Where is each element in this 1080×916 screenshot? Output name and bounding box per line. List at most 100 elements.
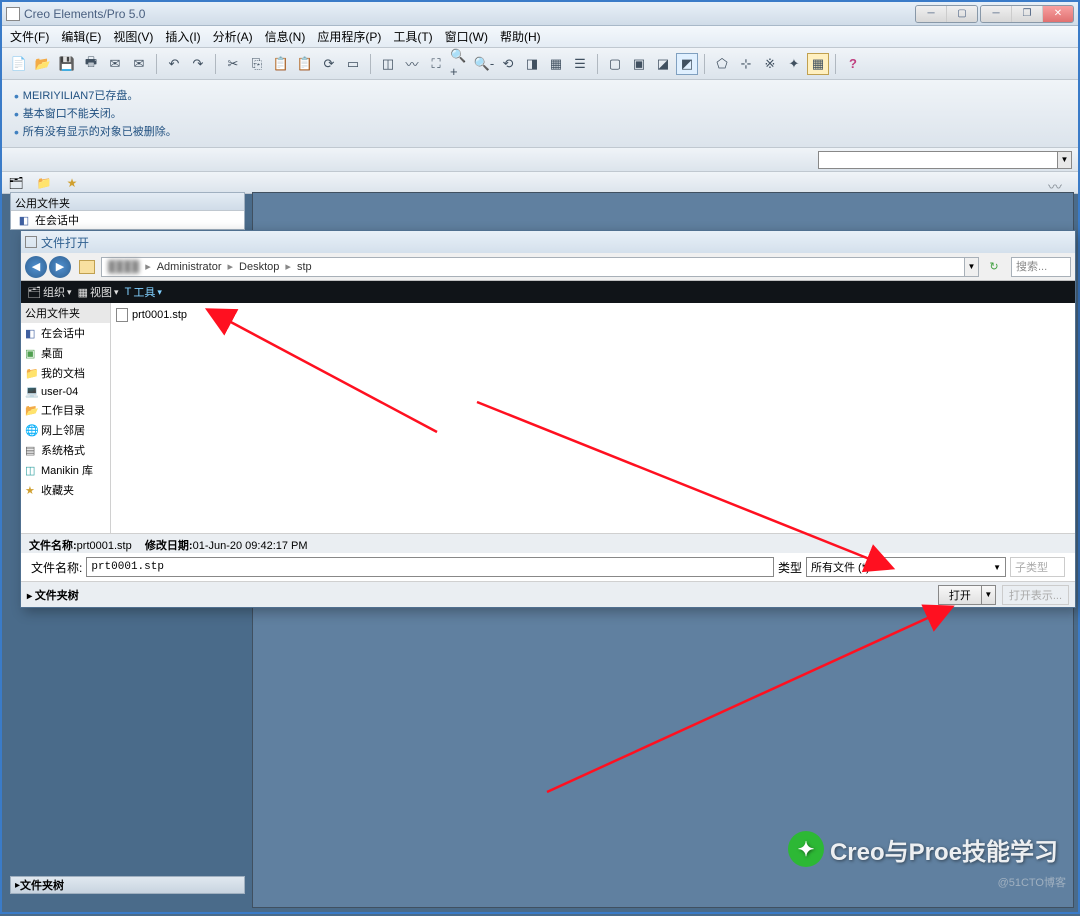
undo-icon[interactable]: ↶ [163, 53, 185, 75]
open-icon[interactable]: 📂 [32, 53, 54, 75]
view-menu[interactable]: ▦ 视图 ▾ [78, 284, 119, 300]
sb-network[interactable]: 🌐网上邻居 [21, 420, 110, 440]
menu-help[interactable]: 帮助(H) [500, 28, 541, 45]
workdir-icon: 📂 [25, 404, 39, 417]
zoomout-icon[interactable]: 🔍- [473, 53, 495, 75]
folder-icon[interactable] [79, 260, 95, 274]
breadcrumb-dropdown-icon[interactable]: ▼ [965, 257, 979, 277]
minimize-button[interactable]: ─ [916, 6, 946, 22]
layers-icon[interactable]: ☰ [569, 53, 591, 75]
point-icon[interactable]: ※ [759, 53, 781, 75]
rect-icon[interactable]: ▭ [342, 53, 364, 75]
sidebar-item-session[interactable]: ◧ 在会话中 [11, 211, 244, 229]
sb-workdir[interactable]: 📂工作目录 [21, 400, 110, 420]
address-dropdown-icon[interactable]: ▼ [1058, 151, 1072, 169]
mail2-icon[interactable]: ✉ [128, 53, 150, 75]
restore-button[interactable]: ❐ [1012, 6, 1042, 22]
repaint-icon[interactable]: ⟲ [497, 53, 519, 75]
session-icon: ◧ [17, 213, 31, 227]
annot-icon[interactable]: ▦ [807, 53, 829, 75]
type-label: 类型 [778, 559, 802, 576]
nav-back-icon[interactable]: ◀ [25, 256, 47, 278]
sb-desktop[interactable]: ▣桌面 [21, 343, 110, 363]
sb-manikin[interactable]: ◫Manikin 库 [21, 460, 110, 480]
file-icon [116, 308, 128, 322]
open-button[interactable]: 打开 [938, 585, 982, 605]
main-titlebar: Creo Elements/Pro 5.0 ─ ▢ ─ ❐ ✕ [2, 2, 1078, 26]
tab-star-icon[interactable]: ★ [64, 175, 80, 191]
zoomin-icon[interactable]: 🔍+ [449, 53, 471, 75]
menu-file[interactable]: 文件(F) [10, 28, 49, 45]
menu-window[interactable]: 窗口(W) [445, 28, 488, 45]
address-input[interactable] [818, 151, 1058, 169]
menu-info[interactable]: 信息(N) [265, 28, 306, 45]
nav-forward-icon[interactable]: ▶ [49, 256, 71, 278]
filename-label: 文件名称: [31, 559, 82, 576]
paste-icon[interactable]: 📋 [270, 53, 292, 75]
menu-edit[interactable]: 编辑(E) [61, 28, 101, 45]
nohidden-icon[interactable]: ◪ [652, 53, 674, 75]
sb-sysformat[interactable]: ▤系统格式 [21, 440, 110, 460]
save-icon[interactable]: 💾 [56, 53, 78, 75]
sb-docs[interactable]: 📁我的文档 [21, 363, 110, 383]
new-icon[interactable]: 📄 [8, 53, 30, 75]
breadcrumb[interactable]: ████ ▸ Administrator ▸ Desktop ▸ stp [101, 257, 965, 277]
filename-input[interactable] [86, 557, 774, 577]
app-title: Creo Elements/Pro 5.0 [24, 7, 145, 21]
orient-icon[interactable]: ◨ [521, 53, 543, 75]
wire-icon[interactable]: ▢ [604, 53, 626, 75]
menu-insert[interactable]: 插入(I) [165, 28, 200, 45]
close-button[interactable]: ✕ [1043, 6, 1073, 22]
sb-session[interactable]: ◧在会话中 [21, 323, 110, 343]
csys-icon[interactable]: ✦ [783, 53, 805, 75]
minimize-button-2[interactable]: ─ [981, 6, 1011, 22]
sb-computer[interactable]: 💻user-04 [21, 383, 110, 400]
axis-icon[interactable]: ⊹ [735, 53, 757, 75]
pane-icon[interactable]: ◫ [377, 53, 399, 75]
dialog-sidebar: 公用文件夹 ◧在会话中 ▣桌面 📁我的文档 💻user-04 📂工作目录 🌐网上… [21, 303, 111, 533]
tab-folder-icon[interactable]: 📁 [36, 175, 52, 191]
breadcrumb-part[interactable]: Desktop [239, 261, 279, 273]
curve-icon[interactable]: 〰 [401, 53, 423, 75]
type-select[interactable]: 所有文件 (*) ▼ [806, 557, 1006, 577]
refresh-icon[interactable]: ↻ [983, 257, 1005, 277]
subtype-select: 子类型 [1010, 557, 1065, 577]
dialog-titlebar: 文件打开 [21, 231, 1075, 253]
plane-icon[interactable]: ⬠ [711, 53, 733, 75]
file-item[interactable]: prt0001.stp [115, 307, 1071, 323]
maximize-button[interactable]: ▢ [947, 6, 977, 22]
paste2-icon[interactable]: 📋 [294, 53, 316, 75]
menu-view[interactable]: 视图(V) [113, 28, 153, 45]
tools-menu[interactable]: T 工具 ▾ [125, 284, 162, 300]
filename-row: 文件名称: 类型 所有文件 (*) ▼ 子类型 [21, 553, 1075, 581]
footer-tree-label: 文件夹树 [20, 877, 64, 893]
menu-analysis[interactable]: 分析(A) [213, 28, 253, 45]
hidden-icon[interactable]: ▣ [628, 53, 650, 75]
menu-tools[interactable]: 工具(T) [393, 28, 432, 45]
tabs-row: 🗂 📁 ★ [2, 172, 1078, 194]
org-menu[interactable]: 🗂 组织 ▾ [27, 284, 72, 300]
regen-icon[interactable]: ⟳ [318, 53, 340, 75]
views-icon[interactable]: ▦ [545, 53, 567, 75]
breadcrumb-part[interactable]: stp [297, 261, 312, 273]
window-controls-2: ─ ❐ ✕ [980, 5, 1074, 23]
help-icon[interactable]: ? [842, 53, 864, 75]
search-input[interactable]: 搜索... [1011, 257, 1071, 277]
open-dropdown-icon[interactable]: ▼ [982, 585, 996, 605]
tree-toggle[interactable]: 文件夹树 [27, 587, 79, 603]
file-list[interactable]: prt0001.stp [111, 303, 1075, 533]
redo-icon[interactable]: ↷ [187, 53, 209, 75]
shaded-icon[interactable]: ◩ [676, 53, 698, 75]
footer-tree-toggle[interactable]: 文件夹树 [10, 876, 245, 894]
print-icon[interactable]: 🖶 [80, 53, 102, 75]
tab-tree-icon[interactable]: 🗂 [8, 175, 24, 191]
dialog-icon [25, 236, 37, 248]
mail-icon[interactable]: ✉ [104, 53, 126, 75]
cut-icon[interactable]: ✂ [222, 53, 244, 75]
manikin-icon: ◫ [25, 464, 39, 477]
copy-icon[interactable]: ⎘ [246, 53, 268, 75]
breadcrumb-part[interactable]: Administrator [157, 261, 222, 273]
menu-app[interactable]: 应用程序(P) [317, 28, 381, 45]
fit-icon[interactable]: ⛶ [425, 53, 447, 75]
sb-favorites[interactable]: ★收藏夹 [21, 480, 110, 500]
